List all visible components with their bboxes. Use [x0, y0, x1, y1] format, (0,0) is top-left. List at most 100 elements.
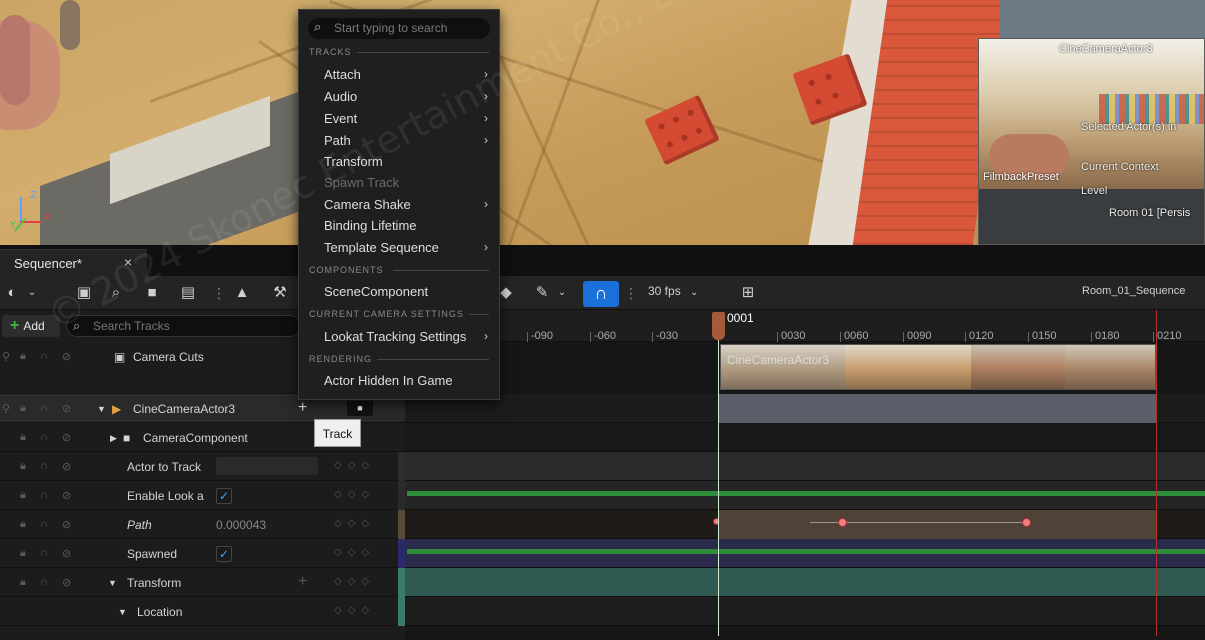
chevron-down-icon[interactable]: ⌄: [22, 283, 42, 303]
snap-magnet-button[interactable]: ∩: [583, 281, 619, 307]
track-row-location[interactable]: ▼ Location ◇◇◇: [0, 597, 405, 626]
chevron-down-icon[interactable]: ⌄: [552, 283, 572, 303]
track-row-path[interactable]: 🔒︎ ∩ ⊘ Path 0.000043 ◇◇◇: [0, 510, 405, 539]
disable-icon[interactable]: ⊘: [62, 431, 71, 444]
sequencer-tab-bar: Sequencer* ×: [0, 245, 1205, 276]
menu-section-rendering: RENDERING: [309, 354, 373, 364]
headphones-icon[interactable]: ∩: [40, 460, 48, 472]
menu-item-event[interactable]: Event ›: [300, 108, 498, 129]
disable-icon[interactable]: ⊘: [62, 547, 71, 560]
world-icon[interactable]: ◐: [2, 283, 22, 303]
menu-item-binding-lifetime[interactable]: Binding Lifetime: [300, 215, 498, 236]
keyframe-nav-icons[interactable]: ◇◇◇: [334, 605, 375, 616]
camera-icon[interactable]: ■: [142, 283, 162, 303]
keyframe-nav-icons[interactable]: ◇◇◇: [334, 547, 375, 558]
lock-icon[interactable]: 🔒︎: [20, 460, 26, 473]
fps-dropdown[interactable]: 30 fps ⌄: [648, 284, 698, 298]
camera-cut-section[interactable]: CineCameraActor3: [720, 344, 1156, 390]
cine-camera-section[interactable]: [719, 394, 1156, 423]
menu-item-attach[interactable]: Attach ›: [300, 64, 498, 85]
spawned-checkbox[interactable]: ✓: [216, 546, 232, 562]
menu-item-scene-component[interactable]: SceneComponent: [300, 281, 498, 302]
track-label: Actor to Track: [127, 460, 202, 474]
lock-icon[interactable]: 🔒︎: [20, 547, 26, 560]
disable-icon[interactable]: ⊘: [62, 350, 71, 363]
wrench-icon[interactable]: ⚒: [270, 283, 290, 303]
path-keyframe[interactable]: [838, 518, 847, 527]
headphones-icon[interactable]: ∩: [40, 518, 48, 530]
lock-icon[interactable]: 🔒︎: [20, 350, 26, 363]
timeline-ruler[interactable]: -090 -060 -030 0030 0060 0090 0120 0150 0180 0210: [405, 310, 1205, 342]
menu-section-current-camera: CURRENT CAMERA SETTINGS: [309, 309, 464, 319]
expand-arrow-icon[interactable]: ▼: [108, 578, 117, 588]
pin-icon[interactable]: ⚲: [2, 402, 10, 415]
track-row-actor-to-track[interactable]: 🔒︎ ∩ ⊘ Actor to Track ◇◇◇: [0, 452, 405, 481]
track-row-enable-look-at[interactable]: 🔒︎ ∩ ⊘ Enable Look a ✓ ◇◇◇: [0, 481, 405, 510]
lock-icon[interactable]: 🔒︎: [20, 518, 26, 531]
camera-lock-icon[interactable]: ■: [347, 401, 373, 416]
menu-search-input[interactable]: [334, 20, 484, 36]
pin-icon[interactable]: ⚲: [2, 350, 10, 363]
more-options-icon[interactable]: ⋮: [212, 284, 226, 302]
track-color-edge: [398, 568, 405, 597]
disable-icon[interactable]: ⊘: [62, 460, 71, 473]
find-asset-icon[interactable]: ⌕: [106, 283, 126, 303]
chevron-right-icon: ›: [484, 89, 488, 103]
lock-icon[interactable]: 🔒︎: [20, 576, 26, 589]
curve-editor-icon[interactable]: ⊞: [738, 283, 758, 303]
ruler-tick-label: 0060: [844, 330, 869, 342]
tab-sequencer[interactable]: Sequencer* ×: [0, 249, 147, 276]
expand-arrow-icon[interactable]: ▶: [110, 433, 117, 444]
keyframe-nav-icons[interactable]: ◇◇◇: [334, 460, 375, 471]
chevron-right-icon: ›: [484, 329, 488, 343]
lock-icon[interactable]: 🔒︎: [20, 431, 26, 444]
add-track-button[interactable]: + Add: [2, 315, 60, 337]
disable-icon[interactable]: ⊘: [62, 402, 71, 415]
menu-item-audio[interactable]: Audio ›: [300, 86, 498, 107]
keyframe-nav-icons[interactable]: ◇◇◇: [334, 489, 375, 500]
path-value[interactable]: 0.000043: [216, 518, 266, 532]
playhead-handle[interactable]: [712, 312, 725, 340]
disable-icon[interactable]: ⊘: [62, 489, 71, 502]
lock-icon[interactable]: 🔒︎: [20, 489, 26, 502]
render-icon[interactable]: ▲: [232, 283, 252, 303]
search-tracks-field[interactable]: ⌕: [66, 315, 301, 337]
menu-item-actor-hidden[interactable]: Actor Hidden In Game: [300, 370, 498, 391]
headphones-icon[interactable]: ∩: [40, 431, 48, 443]
keyframe-nav-icons[interactable]: ◇◇◇: [334, 518, 375, 529]
menu-item-lookat-tracking[interactable]: Lookat Tracking Settings ›: [300, 326, 498, 347]
headphones-icon[interactable]: ∩: [40, 402, 48, 414]
path-section[interactable]: [719, 510, 1156, 539]
pencil-icon[interactable]: ✎: [532, 283, 552, 303]
playback-end-marker[interactable]: [1156, 310, 1157, 636]
snap-options-icon[interactable]: ⋮: [624, 284, 638, 302]
close-icon[interactable]: ×: [124, 254, 132, 270]
track-row-spawned[interactable]: 🔒︎ ∩ ⊘ Spawned ✓ ◇◇◇: [0, 539, 405, 568]
menu-item-transform[interactable]: Transform: [300, 151, 498, 172]
save-icon[interactable]: ▣: [74, 283, 94, 303]
expand-arrow-icon[interactable]: ▼: [118, 607, 127, 617]
track-row-transform[interactable]: 🔒︎ ∩ ⊘ ▼ Transform + ◇◇◇: [0, 568, 405, 597]
headphones-icon[interactable]: ∩: [40, 489, 48, 501]
menu-item-camera-shake[interactable]: Camera Shake ›: [300, 194, 498, 215]
menu-item-path[interactable]: Path ›: [300, 130, 498, 151]
menu-item-spawn-track: Spawn Track: [300, 172, 498, 193]
expand-arrow-icon[interactable]: ▼: [97, 404, 106, 414]
add-track-plus-button[interactable]: +: [298, 399, 307, 417]
actor-picker[interactable]: [216, 457, 318, 475]
menu-item-template-sequence[interactable]: Template Sequence ›: [300, 237, 498, 258]
disable-icon[interactable]: ⊘: [62, 576, 71, 589]
add-key-plus-button[interactable]: +: [298, 573, 307, 591]
disable-icon[interactable]: ⊘: [62, 518, 71, 531]
lock-icon[interactable]: 🔒︎: [20, 402, 26, 415]
keyframe-nav-icons[interactable]: ◇◇◇: [334, 576, 375, 587]
path-keyframe[interactable]: [1022, 518, 1031, 527]
headphones-icon[interactable]: ∩: [40, 547, 48, 559]
headphones-icon[interactable]: ∩: [40, 576, 48, 588]
search-tracks-input[interactable]: [93, 318, 293, 334]
clapper-icon[interactable]: ▤: [178, 283, 198, 303]
enable-look-at-checkbox[interactable]: ✓: [216, 488, 232, 504]
level-viewport[interactable]: Z X Y CineCameraActor3 FilmbackPreset Se…: [0, 0, 1205, 245]
headphones-icon[interactable]: ∩: [40, 350, 48, 362]
menu-search-field[interactable]: ⌕: [308, 18, 490, 39]
